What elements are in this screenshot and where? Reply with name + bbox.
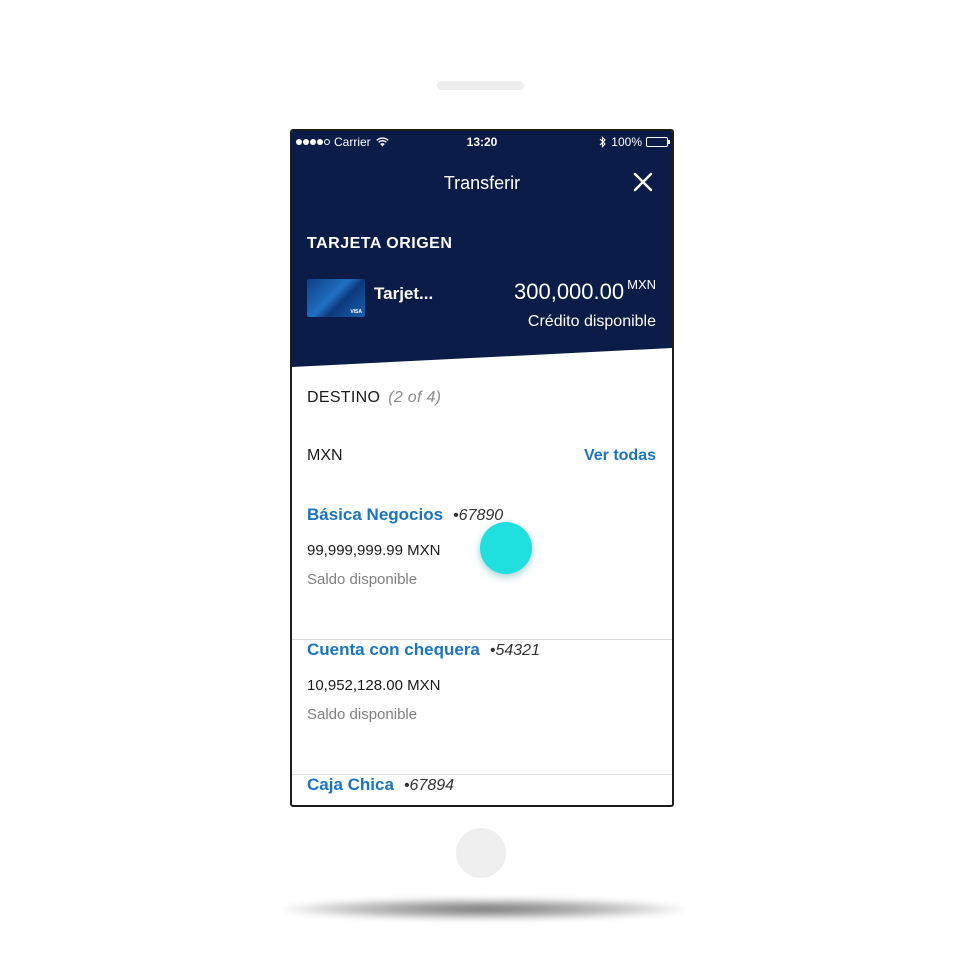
phone-mockup: Carrier 13:20 100% Transferir TARJETA OR… xyxy=(0,0,960,960)
account-title-row: Caja Chica •67894 xyxy=(307,775,454,795)
account-balance: 99,999,999.99 MXN xyxy=(307,542,441,559)
account-number: •67890 xyxy=(453,507,504,524)
account-name: Caja Chica xyxy=(307,775,394,794)
account-item[interactable]: Caja Chica •67894 xyxy=(292,775,672,805)
account-title-row: Básica Negocios •67890 xyxy=(307,505,503,525)
status-bar: Carrier 13:20 100% xyxy=(292,131,672,153)
status-right: 100% xyxy=(599,135,670,149)
touch-indicator xyxy=(480,522,532,574)
account-balance-label: Saldo disponible xyxy=(307,706,418,723)
account-item[interactable]: Básica Negocios •67890 99,999,999.99 MXN… xyxy=(292,505,672,640)
account-name: Básica Negocios xyxy=(307,505,444,524)
account-name: Cuenta con chequera xyxy=(307,640,480,659)
origin-card-amount: 300,000.00 MXN xyxy=(514,277,656,305)
battery-icon xyxy=(646,137,670,147)
origin-amount-label: Crédito disponible xyxy=(527,313,656,330)
header-panel: Carrier 13:20 100% Transferir TARJETA OR… xyxy=(292,131,672,367)
account-item[interactable]: Cuenta con chequera •54321 10,952,128.00… xyxy=(292,640,672,775)
account-balance-label: Saldo disponible xyxy=(307,571,418,588)
account-number: •67894 xyxy=(403,777,455,794)
origin-card-name[interactable]: Tarjet... xyxy=(374,284,433,304)
phone-screen: Carrier 13:20 100% Transferir TARJETA OR… xyxy=(290,129,674,807)
currency-group-label: MXN xyxy=(307,447,343,464)
page-title: Transferir xyxy=(443,173,521,193)
origin-amount-value: 300,000.00 xyxy=(514,279,625,304)
card-thumbnail[interactable]: VISA xyxy=(307,279,365,317)
destination-section-title: DESTINO (2 of 4) xyxy=(307,389,441,407)
account-number: •54321 xyxy=(489,642,540,659)
battery-percent: 100% xyxy=(611,135,642,149)
see-all-link[interactable]: Ver todas xyxy=(584,447,656,465)
card-brand-logo: VISA xyxy=(350,309,362,315)
destination-count: (2 of 4) xyxy=(388,389,442,406)
phone-speaker xyxy=(437,81,524,90)
home-button[interactable] xyxy=(456,828,506,878)
account-balance: 10,952,128.00 MXN xyxy=(307,677,441,694)
phone-shadow xyxy=(282,898,686,920)
close-icon[interactable] xyxy=(632,171,654,193)
destination-title-text: DESTINO xyxy=(307,389,381,406)
origin-section-title: TARJETA ORIGEN xyxy=(307,235,453,252)
bluetooth-icon xyxy=(599,136,607,148)
origin-amount-currency: MXN xyxy=(627,277,656,292)
account-title-row: Cuenta con chequera •54321 xyxy=(307,640,540,660)
